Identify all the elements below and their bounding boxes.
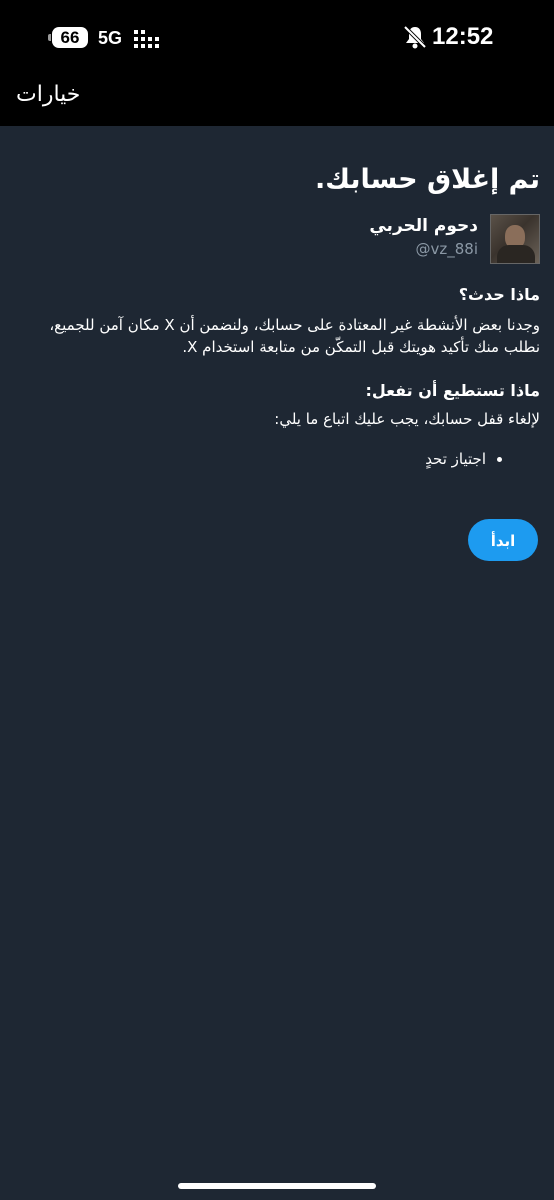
network-type: 5G bbox=[98, 28, 123, 48]
battery-icon: 66 bbox=[52, 27, 88, 48]
bell-slash-icon bbox=[403, 25, 427, 49]
avatar-body bbox=[497, 245, 535, 263]
avatar bbox=[490, 214, 540, 264]
display-name: دحوم الحربي bbox=[369, 216, 478, 236]
list-item: اجتياز تحدٍ bbox=[16, 448, 486, 470]
steps-list: اجتياز تحدٍ bbox=[16, 448, 540, 470]
clock: 12:52 bbox=[432, 23, 494, 50]
options-title[interactable]: خيارات bbox=[16, 82, 80, 107]
what-happened-title: ماذا حدث؟ bbox=[458, 285, 540, 304]
what-you-can-do-title: ماذا تستطيع أن تفعل: bbox=[365, 381, 540, 400]
user-handle: @vz_88i bbox=[415, 240, 478, 258]
what-happened-body: وجدنا بعض الأنشطة غير المعتادة على حسابك… bbox=[49, 316, 540, 356]
profile-card: دحوم الحربي @vz_88i bbox=[16, 214, 540, 264]
battery-cap bbox=[48, 34, 51, 41]
home-indicator[interactable] bbox=[178, 1183, 376, 1189]
main-content: تم إغلاق حسابك. دحوم الحربي @vz_88i ماذا… bbox=[16, 126, 540, 470]
what-you-can-do-body: لإلغاء قفل حسابك، يجب عليك اتباع ما يلي: bbox=[274, 410, 540, 428]
signal-icon bbox=[134, 30, 159, 48]
start-button[interactable]: ابدأ bbox=[468, 519, 538, 561]
top-bar bbox=[0, 78, 554, 126]
page-title: تم إغلاق حسابك. bbox=[314, 164, 540, 195]
